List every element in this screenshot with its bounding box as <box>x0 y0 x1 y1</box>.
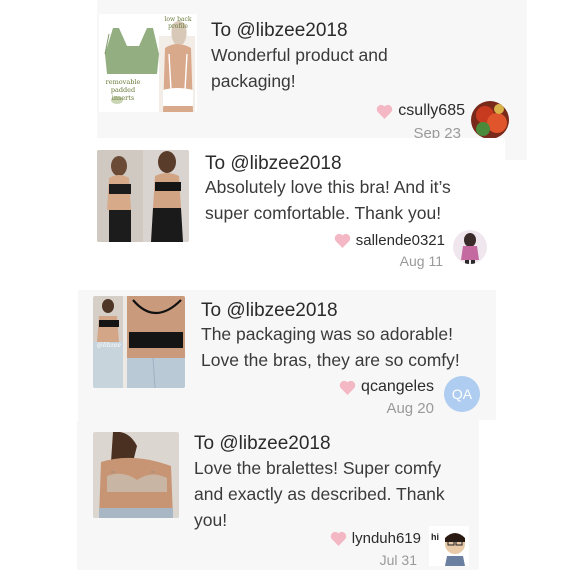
review-recipient: To @libzee2018 <box>211 20 348 41</box>
thumbnail-label: low back profile <box>164 16 192 30</box>
avatar[interactable] <box>453 230 487 264</box>
avatar-caption: hi <box>431 532 439 542</box>
reviewer-username[interactable]: qcangeles <box>361 378 434 396</box>
product-image <box>93 432 179 518</box>
review-date: Jul 31 <box>379 552 417 568</box>
reviewer-username[interactable]: lynduh619 <box>352 530 421 547</box>
review-recipient: To @libzee2018 <box>194 433 331 454</box>
product-thumbnail[interactable] <box>93 432 179 518</box>
reviewer[interactable]: qcangeles <box>339 378 434 396</box>
avatar[interactable] <box>471 101 509 139</box>
heart-icon <box>377 104 393 119</box>
review-message: Wonderful product and packaging! <box>211 45 388 91</box>
avatar[interactable]: QA <box>444 376 480 412</box>
review-card: To @libzee2018 Love the bralettes! Super… <box>77 420 479 570</box>
product-thumbnail[interactable]: low back profile removable padded insert… <box>99 14 197 112</box>
avatar-initials: QA <box>444 376 480 412</box>
avatar-image <box>471 101 509 139</box>
reviewer[interactable]: lynduh619 <box>330 530 421 547</box>
review-card: @libzee To @libzee2018 The packaging was… <box>78 290 496 420</box>
review-date: Aug 20 <box>386 400 434 417</box>
reviewer[interactable]: csully685 <box>376 102 465 120</box>
review-recipient: To @libzee2018 <box>205 153 342 174</box>
review-message: Absolutely love this bra! And it’s super… <box>205 177 451 223</box>
thumbnail-label: removable padded inserts <box>105 78 141 102</box>
product-thumbnail[interactable] <box>97 150 189 242</box>
reviewer-username[interactable]: sallende0321 <box>356 232 445 249</box>
product-thumbnail[interactable]: @libzee <box>93 296 185 388</box>
review-recipient: To @libzee2018 <box>201 300 338 321</box>
review-message: The packaging was so adorable! Love the … <box>201 324 460 370</box>
reviewer-username[interactable]: csully685 <box>398 102 465 120</box>
review-date: Aug 11 <box>399 253 443 269</box>
avatar-image <box>453 230 487 264</box>
review-card: To @libzee2018 Absolutely love this bra!… <box>87 138 505 278</box>
reviewer[interactable]: sallende0321 <box>334 232 445 249</box>
product-image <box>97 150 189 242</box>
avatar[interactable]: hi <box>429 526 469 566</box>
heart-icon <box>339 380 356 395</box>
watermark-text: @libzee <box>97 342 121 349</box>
heart-icon <box>334 233 350 248</box>
review-card: low back profile removable padded insert… <box>97 0 527 160</box>
review-message: Love the bralettes! Super comfy and exac… <box>194 458 445 530</box>
heart-icon <box>330 531 346 546</box>
